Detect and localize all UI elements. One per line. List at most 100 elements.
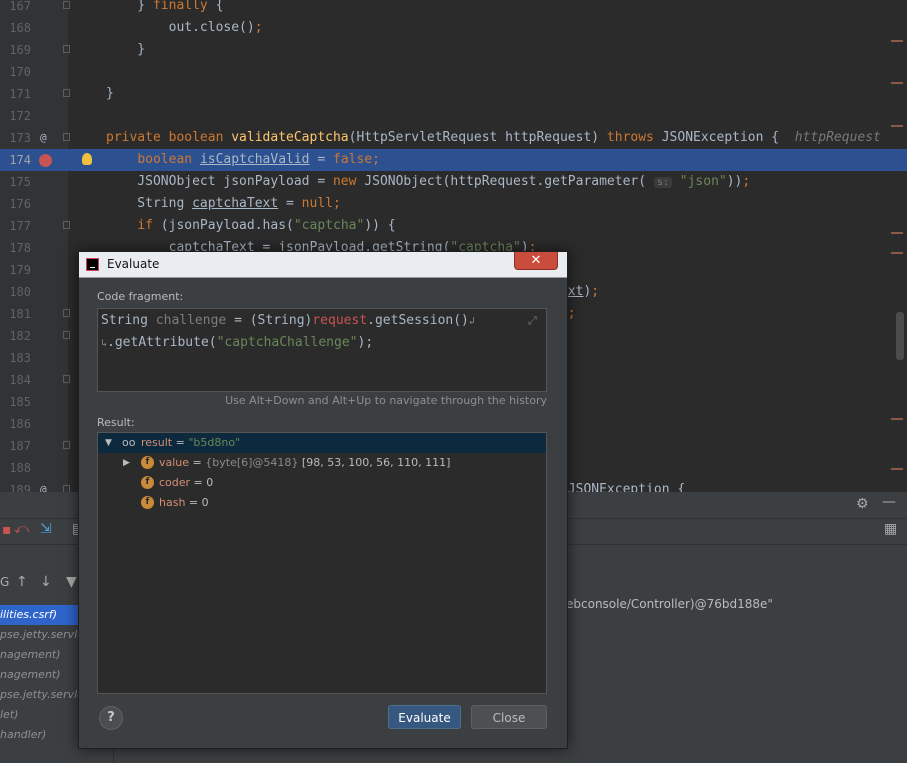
line-number[interactable]: 183: [0, 347, 31, 369]
code-fragment-line: String challenge = (String)request.getSe…: [101, 313, 475, 328]
line-number[interactable]: 174: [0, 149, 31, 171]
line-number[interactable]: 167: [0, 0, 31, 17]
code-fragment-line: ↳.getAttribute("captchaChallenge");: [101, 335, 373, 350]
error-stripe-mark[interactable]: [891, 252, 903, 254]
node-name: result: [141, 436, 173, 449]
stop-icon[interactable]: ▪: [2, 522, 12, 538]
code-text[interactable]: private boolean validateCaptcha(HttpServ…: [106, 127, 881, 149]
help-button[interactable]: ?: [99, 706, 123, 730]
code-line[interactable]: 170: [0, 61, 907, 83]
error-stripe-mark[interactable]: [891, 125, 903, 127]
error-stripe-mark[interactable]: [891, 40, 903, 42]
fold-marker-icon[interactable]: [63, 485, 70, 492]
watch-glasses-icon: oo: [122, 436, 136, 449]
tree-root-node[interactable]: ▼ oo result = "b5d8no": [98, 433, 546, 453]
line-number[interactable]: 168: [0, 17, 31, 39]
code-text[interactable]: if (jsonPayload.has("captcha")) {: [106, 215, 395, 237]
fold-marker-icon[interactable]: [63, 441, 70, 449]
lightbulb-icon[interactable]: [82, 153, 92, 165]
fold-marker-icon[interactable]: [63, 133, 70, 141]
minimize-icon[interactable]: —: [882, 494, 896, 510]
override-icon[interactable]: @: [40, 127, 47, 149]
result-tree[interactable]: ▼ oo result = "b5d8no" ▶ f value = {byte[6…: [97, 432, 547, 694]
line-number[interactable]: 180: [0, 281, 31, 303]
tree-node[interactable]: ▶ f value = {byte[6]@5418} [98, 53, 100, 5…: [98, 453, 546, 473]
tree-node[interactable]: f hash = 0: [98, 493, 546, 513]
line-number[interactable]: 184: [0, 369, 31, 391]
fold-marker-icon[interactable]: [63, 309, 70, 317]
node-text: hash = 0: [159, 496, 209, 509]
code-text[interactable]: }: [106, 39, 145, 61]
intellij-icon: [86, 258, 99, 271]
code-fragment-editor[interactable]: String challenge = (String)request.getSe…: [97, 308, 547, 392]
fold-marker-icon[interactable]: [63, 45, 70, 53]
dialog-titlebar[interactable]: Evaluate ✕: [79, 252, 567, 278]
override-icon[interactable]: @: [40, 479, 47, 492]
line-number[interactable]: 169: [0, 39, 31, 61]
line-number[interactable]: 177: [0, 215, 31, 237]
code-line[interactable]: 174 boolean isCaptchaValid = false;: [0, 149, 907, 171]
line-number[interactable]: 170: [0, 61, 31, 83]
code-line[interactable]: 167 } finally {: [0, 0, 907, 17]
line-number[interactable]: 185: [0, 391, 31, 413]
close-icon[interactable]: ✕: [514, 252, 558, 270]
close-button[interactable]: Close: [471, 705, 547, 729]
line-number[interactable]: 179: [0, 259, 31, 281]
code-line[interactable]: 175 JSONObject jsonPayload = new JSONObj…: [0, 171, 907, 193]
code-line[interactable]: 177 if (jsonPayload.has("captcha")) {: [0, 215, 907, 237]
code-text[interactable]: }: [106, 83, 114, 105]
field-icon: f: [141, 456, 154, 469]
code-token: = (String): [226, 313, 313, 328]
code-text[interactable]: } finally {: [106, 0, 223, 17]
editor-scrollbar[interactable]: [896, 312, 904, 360]
line-number[interactable]: 173: [0, 127, 31, 149]
code-token: .getSession(): [367, 313, 469, 328]
line-number[interactable]: 181: [0, 303, 31, 325]
line-number[interactable]: 176: [0, 193, 31, 215]
fold-marker-icon[interactable]: [63, 375, 70, 383]
error-stripe-mark[interactable]: [891, 232, 903, 234]
variable-value[interactable]: ebconsole/Controller)@76bd188e": [566, 597, 773, 611]
evaluate-button[interactable]: Evaluate: [388, 705, 461, 729]
line-number[interactable]: 187: [0, 435, 31, 457]
layout-icon[interactable]: ▦: [884, 521, 897, 537]
line-number[interactable]: 178: [0, 237, 31, 259]
code-line[interactable]: 168 out.close();: [0, 17, 907, 39]
mute-breakpoints-icon[interactable]: ⤺: [14, 521, 29, 537]
step-into-icon[interactable]: ⇲: [40, 521, 52, 537]
fold-marker-icon[interactable]: [63, 1, 70, 9]
line-number[interactable]: 175: [0, 171, 31, 193]
code-text[interactable]: boolean isCaptchaValid = false;: [106, 149, 380, 171]
gear-icon[interactable]: ⚙: [856, 496, 869, 512]
error-stripe-mark[interactable]: [891, 82, 903, 84]
line-number[interactable]: 188: [0, 457, 31, 479]
breakpoint-icon[interactable]: [39, 154, 52, 167]
code-line[interactable]: 169 }: [0, 39, 907, 61]
node-text: value = {byte[6]@5418} [98, 53, 100, 56,…: [159, 456, 451, 469]
line-number[interactable]: 186: [0, 413, 31, 435]
line-number[interactable]: 182: [0, 325, 31, 347]
chevron-right-icon[interactable]: ▶: [123, 453, 130, 473]
code-text[interactable]: String captchaText = null;: [106, 193, 341, 215]
error-stripe-mark[interactable]: [891, 418, 903, 420]
tree-node[interactable]: f coder = 0: [98, 473, 546, 493]
line-number[interactable]: 189: [0, 479, 31, 492]
code-line[interactable]: 176 String captchaText = null;: [0, 193, 907, 215]
code-line[interactable]: 171}: [0, 83, 907, 105]
error-stripe-mark[interactable]: [891, 468, 903, 470]
code-line[interactable]: 172: [0, 105, 907, 127]
chevron-down-icon[interactable]: ▼: [105, 433, 112, 453]
fold-marker-icon[interactable]: [63, 331, 70, 339]
code-text[interactable]: out.close();: [106, 17, 263, 39]
expand-editor-icon[interactable]: ⤢: [528, 314, 542, 328]
history-hint: Use Alt+Down and Alt+Up to navigate thro…: [225, 394, 547, 407]
node-eq: =: [172, 436, 189, 449]
line-number[interactable]: 172: [0, 105, 31, 127]
code-text[interactable]: JSONObject jsonPayload = new JSONObject(…: [106, 171, 750, 194]
fold-marker-icon[interactable]: [63, 221, 70, 229]
code-fragment-label: Code fragment:: [97, 290, 184, 303]
code-token: .getAttribute(: [107, 335, 217, 350]
code-line[interactable]: 173 @ private boolean validateCaptcha(Http…: [0, 127, 907, 149]
line-number[interactable]: 171: [0, 83, 31, 105]
fold-marker-icon[interactable]: [63, 89, 70, 97]
